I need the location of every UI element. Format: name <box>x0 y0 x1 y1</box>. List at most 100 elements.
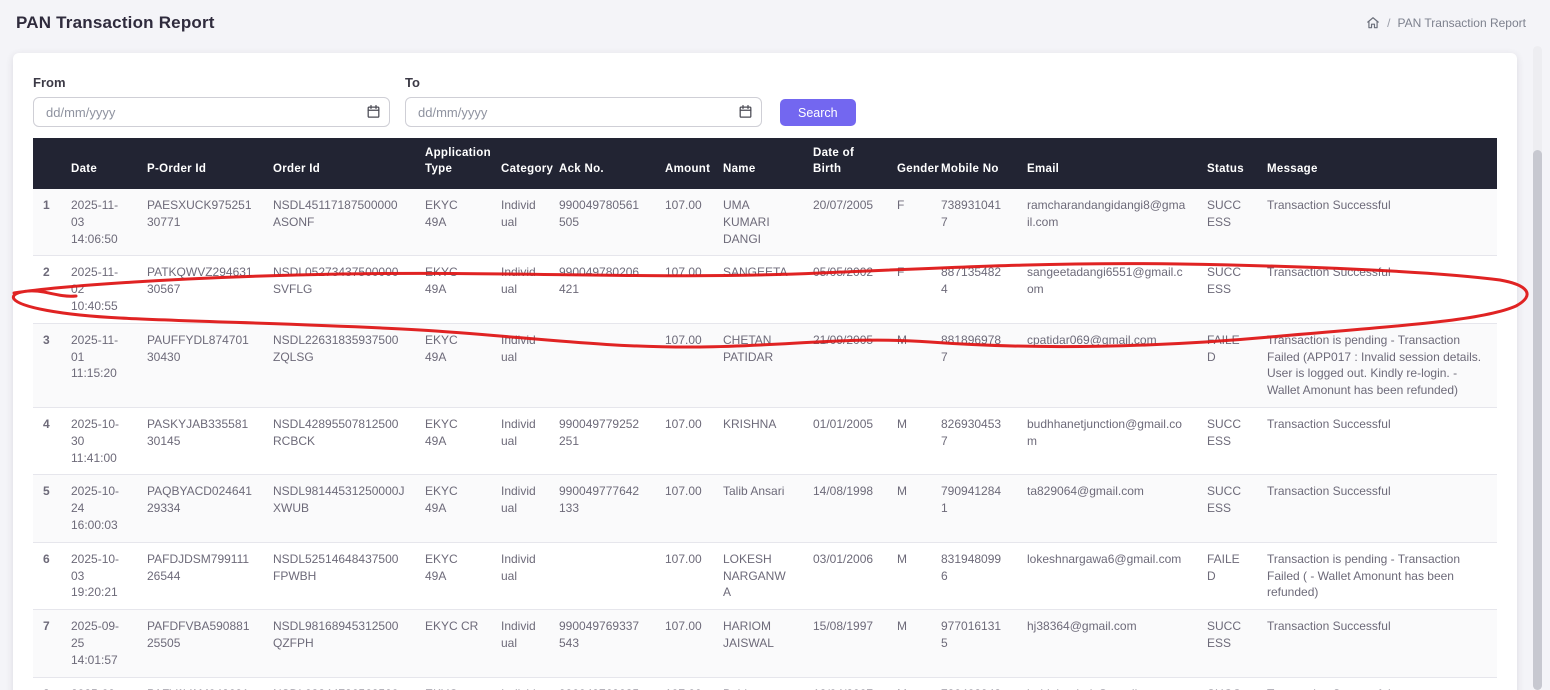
column-header-p-order-id: P-Order Id <box>137 138 263 189</box>
cell-date-of-birth: 14/08/1998 <box>803 475 887 542</box>
cell-order-id: NSDL42895507812500RCBCK <box>263 408 415 475</box>
cell-ack-no: 990049769035073 <box>549 677 655 690</box>
cell-date: 2025-09-25 14:01:57 <box>61 610 137 677</box>
column-header-status: Status <box>1197 138 1257 189</box>
cell-status: SUCCESS <box>1197 677 1257 690</box>
cell-category: Individual <box>491 323 549 407</box>
cell-email: budhhanetjunction@gmail.com <box>1017 408 1197 475</box>
home-icon[interactable] <box>1366 16 1380 30</box>
cell-p-order-id: PAZVAVAM04269125346 <box>137 677 263 690</box>
column-header-email: Email <box>1017 138 1197 189</box>
cell-email: sangeetadangi6551@gmail.com <box>1017 256 1197 323</box>
cell-p-order-id: PAFDJDSM79911126544 <box>137 542 263 609</box>
cell-category: Individual <box>491 677 549 690</box>
cell-order-id: NSDL03344726562500AMSEM <box>263 677 415 690</box>
cell-mobile-no: 8319480996 <box>931 542 1017 609</box>
cell-message: Transaction is pending - Transaction Fai… <box>1257 323 1497 407</box>
cell-application-type: EKYC CR <box>415 610 491 677</box>
search-button[interactable]: Search <box>780 99 856 126</box>
cell-application-type: EKYC 49A <box>415 408 491 475</box>
column-header-gender: Gender <box>887 138 931 189</box>
column-header-mobile-no: Mobile No <box>931 138 1017 189</box>
cell-p-order-id: PASKYJAB33558130145 <box>137 408 263 475</box>
cell-mobile-no: 7804089432 <box>931 677 1017 690</box>
to-date-input[interactable] <box>405 97 762 127</box>
cell-gender: M <box>887 323 931 407</box>
cell-date: 2025-09-24 15:45:22 <box>61 677 137 690</box>
cell-application-type: EKYC 49A <box>415 256 491 323</box>
transaction-table: Date P-Order Id Order Id Application Typ… <box>33 138 1497 690</box>
cell-ack-no <box>549 323 655 407</box>
cell-date-of-birth: 15/08/1997 <box>803 610 887 677</box>
cell-message: Transaction Successful <box>1257 256 1497 323</box>
row-number: 2 <box>33 256 61 323</box>
report-card: From To Search <box>13 53 1517 690</box>
cell-name: Talib Ansari <box>713 475 803 542</box>
cell-gender: M <box>887 408 931 475</box>
cell-p-order-id: PATKQWVZ29463130567 <box>137 256 263 323</box>
table-row: 8 2025-09-24 15:45:22 PAZVAVAM0426912534… <box>33 677 1497 690</box>
from-date-field: From <box>33 75 390 127</box>
cell-amount: 107.00 <box>655 542 713 609</box>
scrollbar-thumb[interactable] <box>1533 150 1542 690</box>
cell-status: SUCCESS <box>1197 189 1257 256</box>
row-number: 4 <box>33 408 61 475</box>
row-number: 8 <box>33 677 61 690</box>
cell-name: SANGEETA <box>713 256 803 323</box>
column-header-application-type: Application Type <box>415 138 491 189</box>
cell-order-id: NSDL05273437500000SVFLG <box>263 256 415 323</box>
table-row: 6 2025-10-03 19:20:21 PAFDJDSM7991112654… <box>33 542 1497 609</box>
to-date-field: To <box>405 75 762 127</box>
cell-date-of-birth: 12/04/2007 <box>803 677 887 690</box>
cell-date-of-birth: 01/01/2005 <box>803 408 887 475</box>
cell-p-order-id: PAESXUCK97525130771 <box>137 189 263 256</box>
table-header: Date P-Order Id Order Id Application Typ… <box>33 138 1497 189</box>
cell-category: Individual <box>491 256 549 323</box>
cell-category: Individual <box>491 475 549 542</box>
cell-email: lokeshnargawa6@gmail.com <box>1017 542 1197 609</box>
cell-mobile-no: 8818969787 <box>931 323 1017 407</box>
row-number: 5 <box>33 475 61 542</box>
cell-application-type: EKYC 49A <box>415 323 491 407</box>
row-number: 1 <box>33 189 61 256</box>
cell-amount: 107.00 <box>655 189 713 256</box>
cell-mobile-no: 7909412841 <box>931 475 1017 542</box>
cell-date: 2025-11-02 10:40:55 <box>61 256 137 323</box>
cell-name: LOKESH NARGANWA <box>713 542 803 609</box>
cell-status: SUCCESS <box>1197 610 1257 677</box>
cell-category: Individual <box>491 189 549 256</box>
breadcrumb-current: PAN Transaction Report <box>1397 16 1526 30</box>
cell-date-of-birth: 21/09/2005 <box>803 323 887 407</box>
cell-p-order-id: PAFDFVBA59088125505 <box>137 610 263 677</box>
table-row: 2 2025-11-02 10:40:55 PATKQWVZ2946313056… <box>33 256 1497 323</box>
cell-order-id: NSDL98144531250000JXWUB <box>263 475 415 542</box>
cell-ack-no: 990049779252251 <box>549 408 655 475</box>
cell-gender: M <box>887 677 931 690</box>
page-header: PAN Transaction Report / PAN Transaction… <box>0 0 1550 44</box>
cell-mobile-no: 8871354824 <box>931 256 1017 323</box>
cell-message: Transaction is pending - Transaction Fai… <box>1257 542 1497 609</box>
cell-amount: 107.00 <box>655 610 713 677</box>
cell-order-id: NSDL52514648437500FPWBH <box>263 542 415 609</box>
cell-ack-no: 990049777642133 <box>549 475 655 542</box>
cell-amount: 107.00 <box>655 256 713 323</box>
cell-gender: F <box>887 189 931 256</box>
cell-date-of-birth: 03/01/2006 <box>803 542 887 609</box>
breadcrumb: / PAN Transaction Report <box>1366 16 1526 30</box>
table-row: 4 2025-10-30 11:41:00 PASKYJAB3355813014… <box>33 408 1497 475</box>
row-number: 6 <box>33 542 61 609</box>
column-header-ack-no: Ack No. <box>549 138 655 189</box>
cell-date: 2025-11-01 11:15:20 <box>61 323 137 407</box>
cell-email: ramcharandangidangi8@gmail.com <box>1017 189 1197 256</box>
cell-gender: M <box>887 475 931 542</box>
cell-email: ta829064@gmail.com <box>1017 475 1197 542</box>
from-date-input[interactable] <box>33 97 390 127</box>
column-header-category: Category <box>491 138 549 189</box>
cell-message: Transaction Successful <box>1257 408 1497 475</box>
row-number: 7 <box>33 610 61 677</box>
cell-message: Transaction Successful <box>1257 189 1497 256</box>
cell-gender: M <box>887 542 931 609</box>
cell-amount: 107.00 <box>655 323 713 407</box>
cell-gender: F <box>887 256 931 323</box>
cell-category: Individual <box>491 542 549 609</box>
